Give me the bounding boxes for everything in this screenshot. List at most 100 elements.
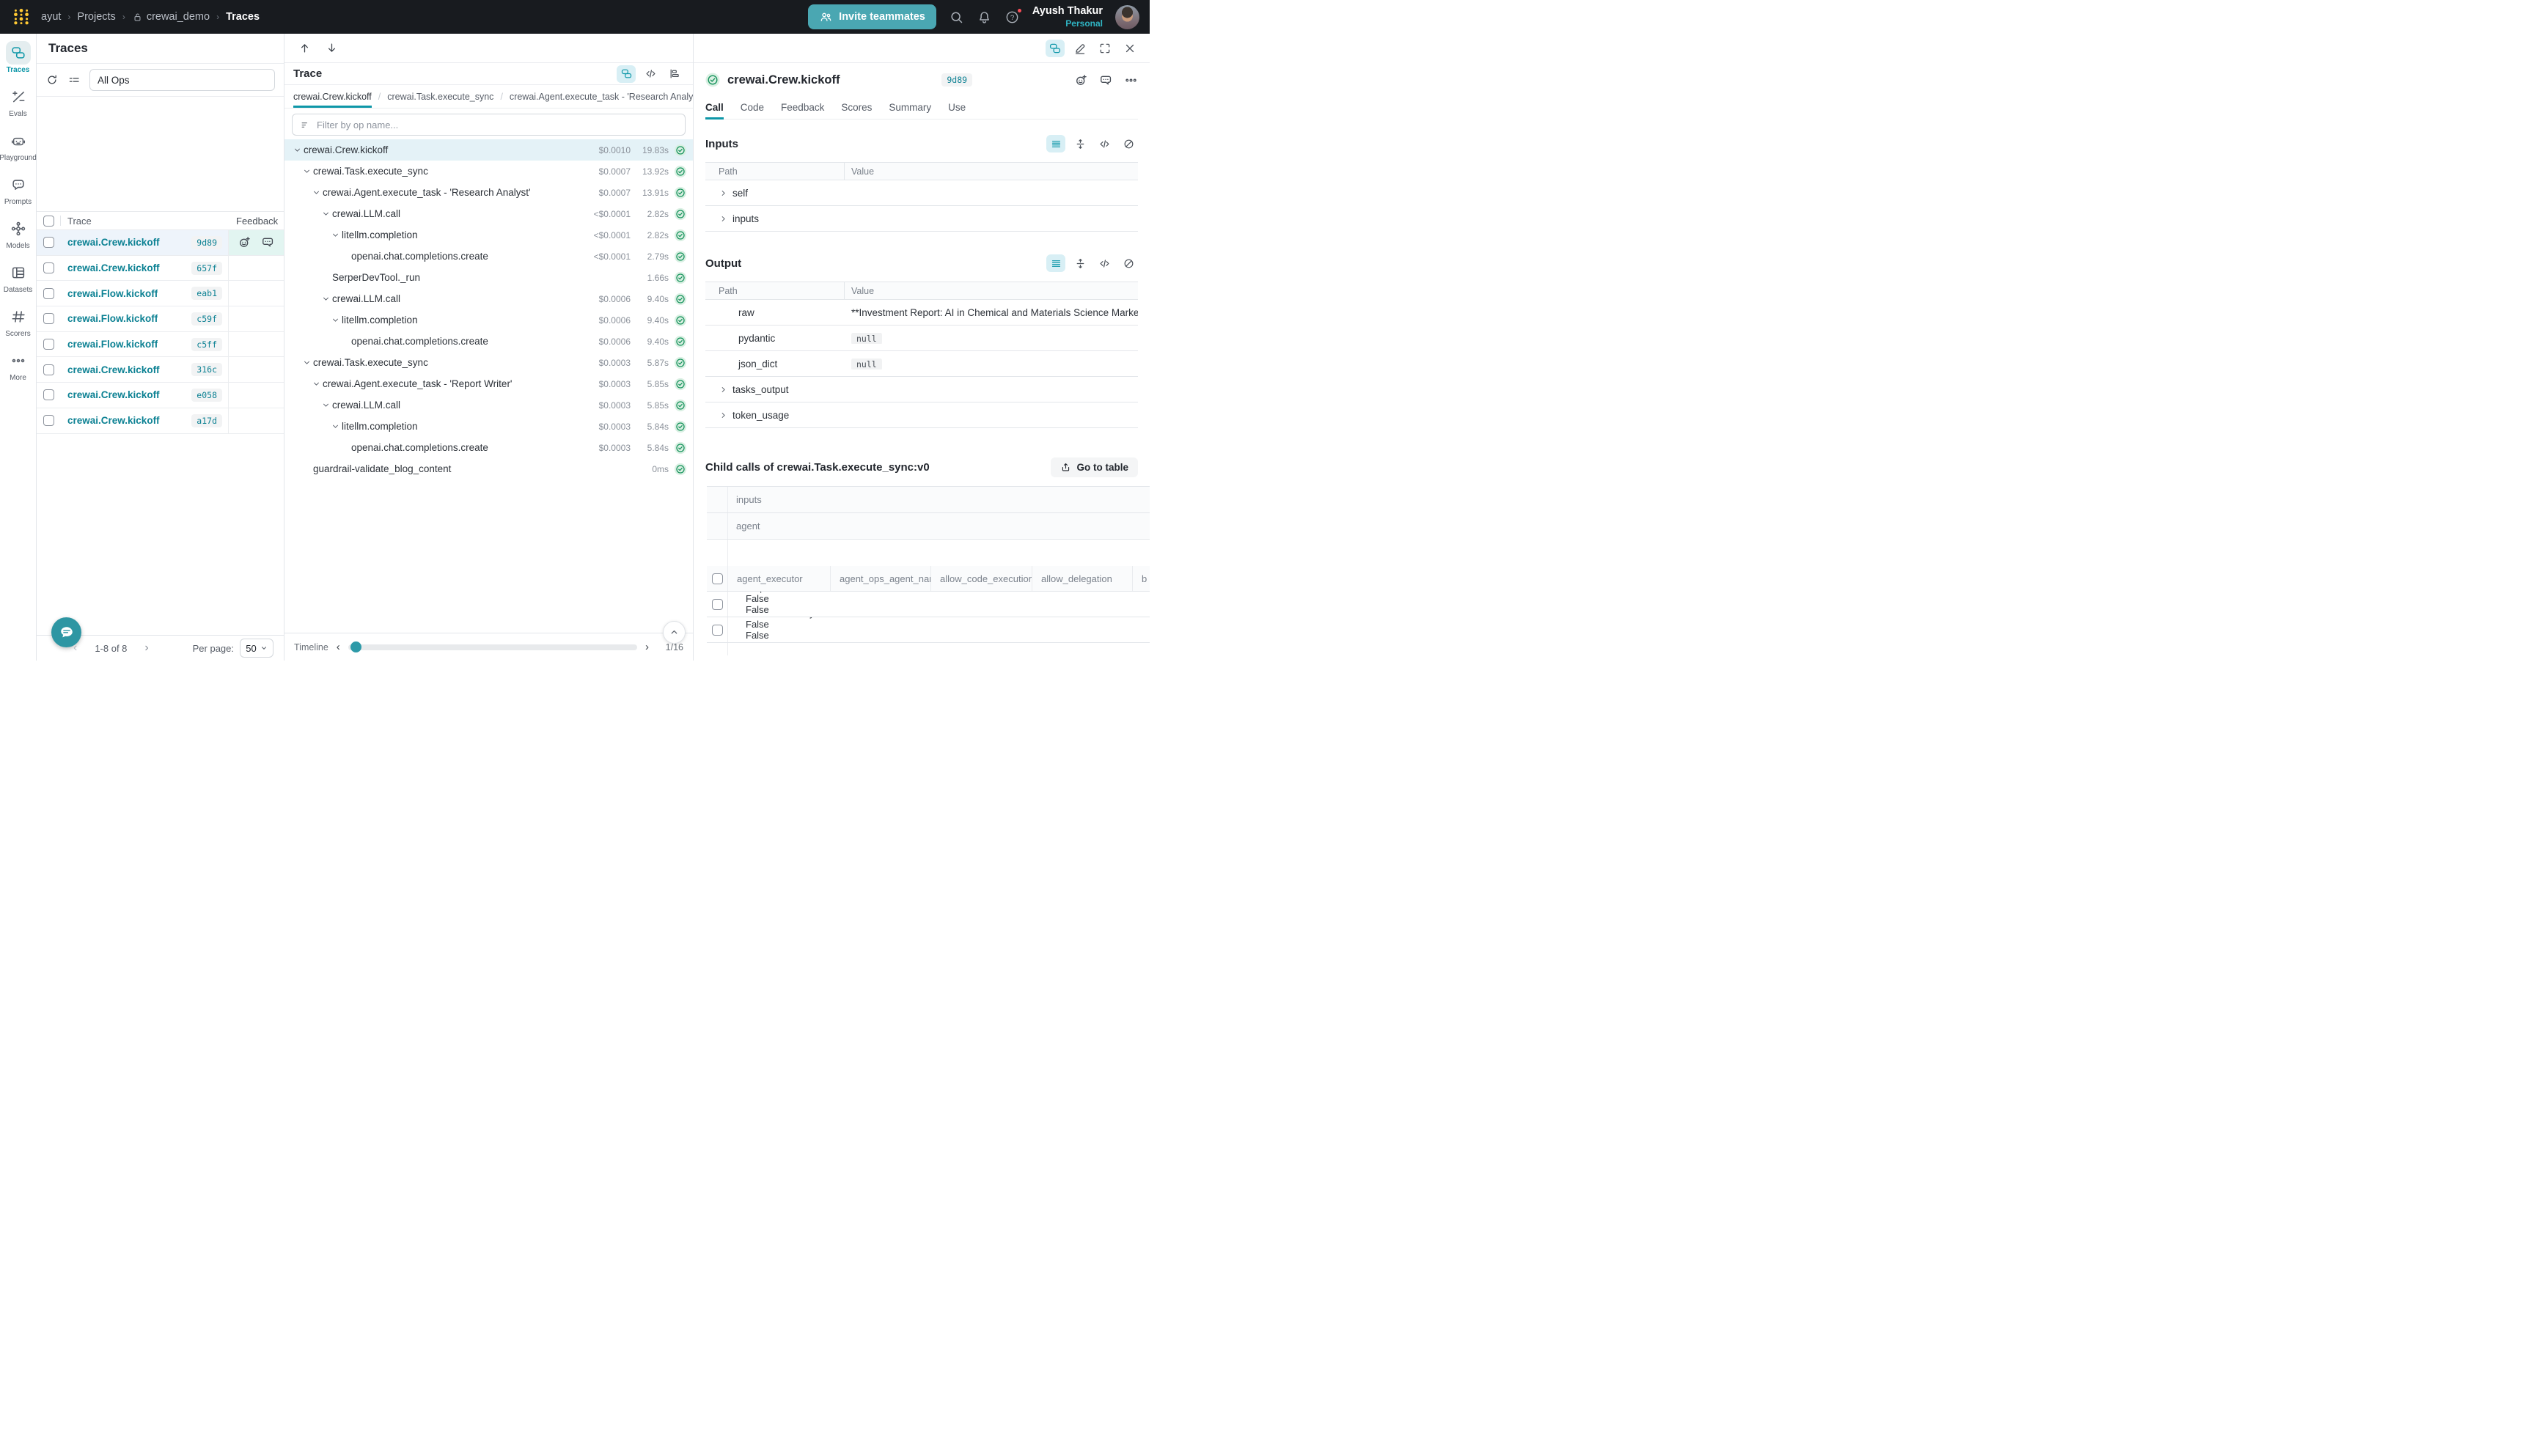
user-menu[interactable]: Ayush Thakur Personal <box>1032 5 1103 29</box>
timeline-next-icon[interactable]: › <box>645 641 649 653</box>
inputs-hide-icon[interactable] <box>1119 135 1138 152</box>
table-row[interactable]: crewai.Crew.kickoff e058 <box>37 383 284 408</box>
tab-call[interactable]: Call <box>705 97 724 120</box>
code-icon[interactable] <box>641 65 660 83</box>
tab-code[interactable]: Code <box>741 97 764 120</box>
trace-link[interactable]: crewai.Crew.kickoff <box>67 364 160 375</box>
chevron-down-icon[interactable] <box>331 315 340 325</box>
sidebar-item-more[interactable]: More <box>0 349 37 393</box>
edit-pencil-icon[interactable] <box>1070 40 1090 57</box>
select-all-checkbox[interactable] <box>712 573 723 584</box>
chevron-down-icon[interactable] <box>321 400 331 410</box>
page-next-icon[interactable]: › <box>140 641 153 655</box>
span-tree-row[interactable]: litellm.completion <$0.0001 2.82s <box>284 224 693 246</box>
row-checkbox[interactable] <box>43 415 54 426</box>
arrow-down-icon[interactable] <box>326 42 338 54</box>
timeline-slider[interactable] <box>348 644 637 650</box>
output-hide-icon[interactable] <box>1119 254 1138 272</box>
more-icon[interactable] <box>1124 73 1138 87</box>
row-checkbox[interactable] <box>712 599 723 610</box>
row-checkbox[interactable] <box>43 339 54 350</box>
trace-tree-icon[interactable] <box>1046 40 1065 57</box>
sidebar-item-traces[interactable]: Traces <box>0 41 37 85</box>
span-tree-row[interactable]: crewai.Agent.execute_task - 'Report Writ… <box>284 373 693 394</box>
breadcrumb-entity[interactable]: ayut <box>41 11 61 23</box>
sidebar-item-prompts[interactable]: Prompts <box>0 173 37 217</box>
tab-feedback[interactable]: Feedback <box>781 97 824 120</box>
span-tree-row[interactable]: crewai.Task.execute_sync $0.0003 5.87s <box>284 352 693 373</box>
fullscreen-icon[interactable] <box>1095 40 1114 57</box>
sidebar-item-playground[interactable]: Playground <box>0 129 37 173</box>
row-checkbox[interactable] <box>43 389 54 400</box>
sidebar-item-models[interactable]: Models <box>0 217 37 261</box>
op-filter-input[interactable] <box>317 120 677 130</box>
span-tree-row[interactable]: crewai.Agent.execute_task - 'Research An… <box>284 182 693 203</box>
tab-summary[interactable]: Summary <box>889 97 931 120</box>
add-reaction-icon[interactable] <box>1074 73 1088 87</box>
row-checkbox[interactable] <box>43 288 54 299</box>
select-all-checkbox[interactable] <box>43 216 54 227</box>
span-tree-row[interactable]: crewai.Task.execute_sync $0.0007 13.92s <box>284 161 693 182</box>
per-page-select[interactable]: 50 <box>240 639 273 658</box>
flame-graph-icon[interactable] <box>665 65 684 83</box>
table-row[interactable]: crewai.Crew.kickoff 657f <box>37 256 284 282</box>
row-checkbox[interactable] <box>43 262 54 273</box>
sidebar-item-datasets[interactable]: Datasets <box>0 261 37 305</box>
sidebar-item-evals[interactable]: Evals <box>0 85 37 129</box>
span-tree-row[interactable]: crewai.Crew.kickoff $0.0010 19.83s <box>284 139 693 161</box>
span-tree-row[interactable]: crewai.LLM.call <$0.0001 2.82s <box>284 203 693 224</box>
trace-link[interactable]: crewai.Flow.kickoff <box>67 339 158 350</box>
output-list-view-icon[interactable] <box>1046 254 1065 272</box>
arrow-up-icon[interactable] <box>298 42 311 54</box>
table-row[interactable]: crewai.Flow.kickoff c5ff <box>37 332 284 358</box>
chevron-down-icon[interactable] <box>302 166 312 176</box>
span-tree-row[interactable]: openai.chat.completions.create $0.0006 9… <box>284 331 693 352</box>
trace-crumb-tab[interactable]: crewai.Crew.kickoff <box>293 85 372 108</box>
trace-link[interactable]: crewai.Flow.kickoff <box>67 288 158 299</box>
inputs-code-view-icon[interactable] <box>1095 135 1114 152</box>
span-tree-row[interactable]: openai.chat.completions.create $0.0003 5… <box>284 437 693 458</box>
trace-link[interactable]: crewai.Crew.kickoff <box>67 389 160 400</box>
comment-icon[interactable] <box>261 235 275 249</box>
notifications-bell-icon[interactable] <box>977 10 992 25</box>
output-expand-rows-icon[interactable] <box>1070 254 1090 272</box>
table-row[interactable]: crewai.Flow.kickoff c59f <box>37 306 284 332</box>
table-row[interactable]: crewai.Crew.kickoff a17d <box>37 408 284 434</box>
chevron-down-icon[interactable] <box>312 379 321 389</box>
chevron-down-icon[interactable] <box>321 294 331 304</box>
row-checkbox[interactable] <box>712 625 723 636</box>
chevron-down-icon[interactable] <box>321 209 331 218</box>
span-tree-row[interactable]: SerperDevTool._run 1.66s <box>284 267 693 288</box>
trace-link[interactable]: crewai.Crew.kickoff <box>67 262 160 273</box>
add-reaction-icon[interactable] <box>238 235 251 249</box>
table-row[interactable]: 'Research Analyst'FalseFalse'E <box>707 617 1150 643</box>
tab-use[interactable]: Use <box>948 97 966 120</box>
trace-link[interactable]: crewai.Flow.kickoff <box>67 313 158 324</box>
inputs-list-view-icon[interactable] <box>1046 135 1065 152</box>
trace-link[interactable]: crewai.Crew.kickoff <box>67 237 160 248</box>
wandb-logo-icon[interactable] <box>10 6 32 28</box>
tab-scores[interactable]: Scores <box>841 97 872 120</box>
span-tree-row[interactable]: guardrail-validate_blog_content 0ms <box>284 458 693 479</box>
table-row[interactable]: 'Report Writer'FalseFalse'E <box>707 592 1150 617</box>
trace-link[interactable]: crewai.Crew.kickoff <box>67 415 160 426</box>
breadcrumb-project[interactable]: crewai_demo <box>147 11 210 23</box>
collapse-timeline-button[interactable] <box>663 621 686 644</box>
span-tree-row[interactable]: litellm.completion $0.0006 9.40s <box>284 309 693 331</box>
close-icon[interactable] <box>1120 40 1139 57</box>
chevron-down-icon[interactable] <box>302 358 312 367</box>
chevron-down-icon[interactable] <box>331 230 340 240</box>
breadcrumb-projects[interactable]: Projects <box>77 11 115 23</box>
table-row[interactable]: crewai.Crew.kickoff 9d89 <box>37 230 284 256</box>
row-checkbox[interactable] <box>43 313 54 324</box>
span-tree-row[interactable]: openai.chat.completions.create <$0.0001 … <box>284 246 693 267</box>
chevron-right-icon[interactable] <box>719 214 728 224</box>
chevron-right-icon[interactable] <box>719 411 728 420</box>
chevron-down-icon[interactable] <box>331 422 340 431</box>
column-settings-icon[interactable] <box>67 73 81 87</box>
inputs-expand-rows-icon[interactable] <box>1070 135 1090 152</box>
chevron-down-icon[interactable] <box>312 188 321 197</box>
call-id-badge[interactable]: 9d89 <box>941 73 972 87</box>
row-checkbox[interactable] <box>43 237 54 248</box>
chevron-right-icon[interactable] <box>719 188 728 198</box>
